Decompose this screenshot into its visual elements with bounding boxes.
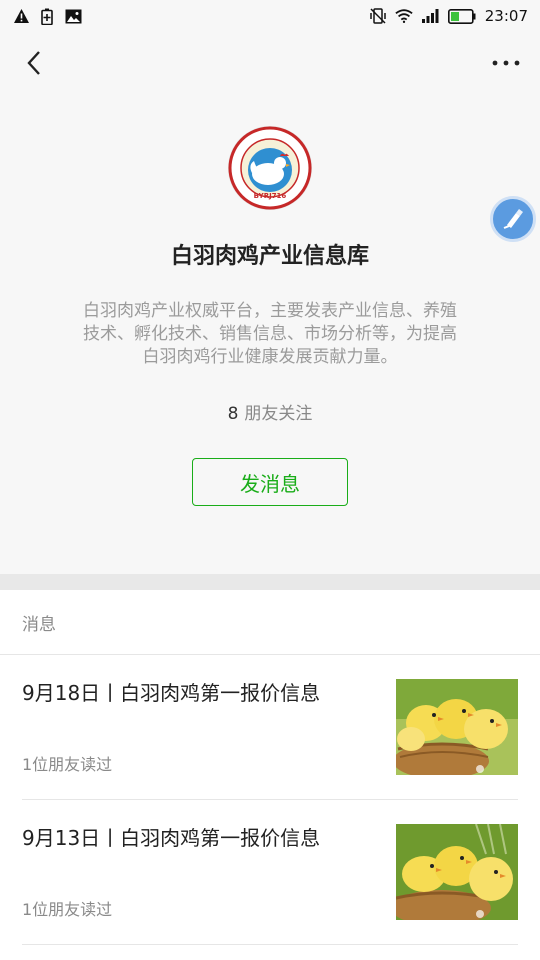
logo-text: BYRJ716 (254, 192, 287, 200)
vibrate-icon (369, 7, 387, 25)
article-thumbnail (396, 679, 518, 775)
battery-saver-icon (38, 7, 56, 25)
followers-count: 8 (227, 404, 239, 424)
section-divider (0, 574, 540, 590)
article-item[interactable]: 9月18日丨白羽肉鸡第一报价信息 1位朋友读过 (22, 655, 518, 800)
more-button[interactable] (486, 43, 526, 83)
image-icon (64, 7, 82, 25)
article-reads: 1位朋友读过 (22, 755, 113, 774)
article-item[interactable]: 9月13日丨白羽肉鸡第一报价信息 1位朋友读过 (22, 800, 518, 945)
warning-icon (12, 7, 30, 25)
article-title: 9月13日丨白羽肉鸡第一报价信息 (22, 826, 321, 850)
messages-section: 消息 9月18日丨白羽肉鸡第一报价信息 1位朋友读过 9月13日丨白羽肉鸡第一报… (0, 590, 540, 960)
top-bar (0, 32, 540, 94)
status-time: 23:07 (484, 7, 528, 25)
battery-icon (447, 7, 477, 25)
followers-label: 朋友关注 (244, 404, 313, 424)
article-reads: 1位朋友读过 (22, 900, 113, 919)
back-button[interactable] (14, 43, 54, 83)
more-dots-icon (492, 60, 520, 66)
send-message-button[interactable]: 发消息 (192, 458, 348, 506)
article-title: 9月18日丨白羽肉鸡第一报价信息 (22, 681, 321, 705)
rooster-logo-icon: BYRJ716 (228, 126, 312, 210)
account-description: 白羽肉鸡产业权威平台，主要发表产业信息、养殖技术、孵化技术、销售信息、市场分析等… (83, 301, 457, 367)
followers-info: 8 朋友关注 (228, 399, 313, 424)
account-name: 白羽肉鸡产业信息库 (170, 244, 369, 269)
wifi-icon (395, 7, 413, 25)
status-left-icons (12, 7, 82, 25)
status-right-icons: 23:07 (369, 7, 528, 25)
signal-icon (421, 7, 439, 25)
status-bar: 23:07 (0, 0, 540, 32)
messages-section-label: 消息 (0, 590, 540, 655)
back-chevron-icon (27, 51, 40, 75)
account-avatar[interactable]: BYRJ716 (228, 126, 312, 210)
article-thumbnail (396, 824, 518, 920)
profile-section: BYRJ716 白羽肉鸡产业信息库 白羽肉鸡产业权威平台，主要发表产业信息、养殖… (0, 94, 540, 574)
